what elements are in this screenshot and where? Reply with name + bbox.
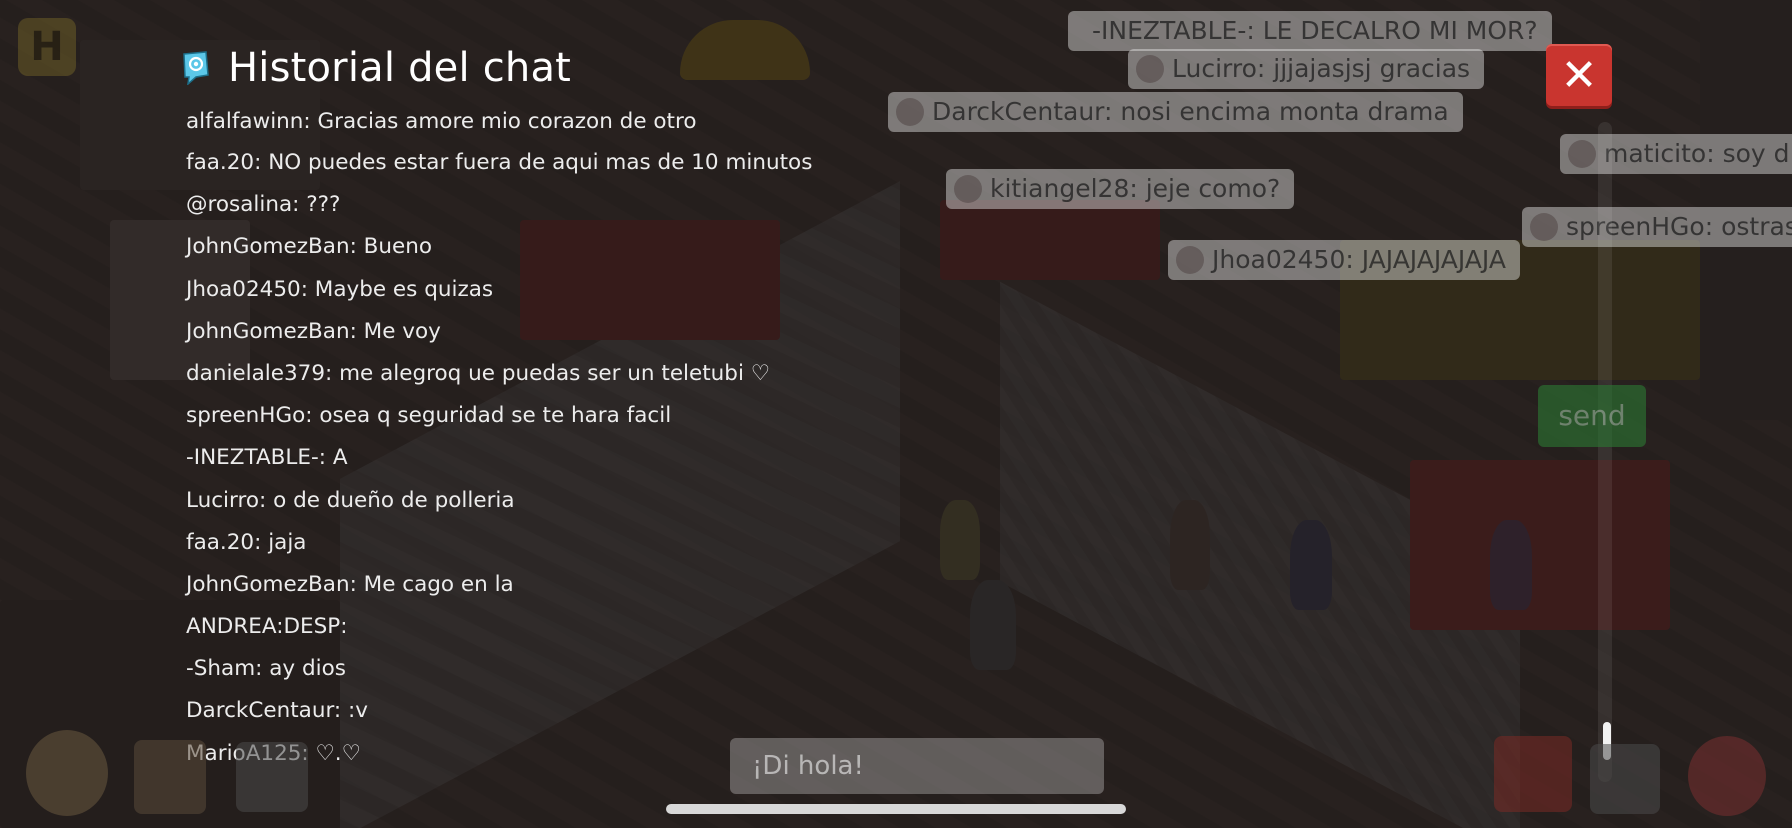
chat-message: faa.20: NO puedes estar fuera de aqui ma…: [186, 150, 813, 175]
room-bubble-text: Lucirro: jjjajasjsj gracias: [1172, 54, 1471, 83]
inventory-icon[interactable]: [1590, 744, 1660, 814]
chat-input-placeholder: ¡Di hola!: [752, 751, 864, 781]
chat-history-list[interactable]: alfalfawinn: Gracias amore mio corazon d…: [186, 108, 1486, 775]
chat-message: DarckCentaur: :v: [186, 698, 368, 724]
chat-message: faa.20: jaja: [186, 529, 307, 555]
avatar-face-icon: [1568, 140, 1596, 168]
close-button[interactable]: ✕: [1546, 44, 1612, 106]
profile-icon[interactable]: [1688, 736, 1766, 816]
chat-message: -INEZTABLE-: A: [186, 445, 348, 471]
home-indicator[interactable]: [666, 804, 1126, 814]
room-bubble: maticito: soy d: [1560, 134, 1792, 174]
chat-history-header: Historial del chat: [180, 42, 571, 94]
chat-message: JohnGomezBan: Bueno: [186, 234, 433, 260]
navigator-icon[interactable]: [236, 742, 308, 812]
room-bubble-text: -INEZTABLE-: LE DECALRO MI MOR?: [1092, 16, 1538, 45]
user-avatar-icon[interactable]: [26, 730, 108, 816]
close-icon: ✕: [1560, 49, 1598, 101]
page-title: Historial del chat: [228, 45, 572, 91]
avatar-face-icon: [1136, 55, 1164, 83]
chat-message: @rosalina: ???: [186, 192, 341, 218]
chat-message: ANDREA:DESP:: [186, 614, 348, 640]
avatar-face-icon: [1530, 213, 1558, 241]
chat-message: JohnGomezBan: Me cago en la: [186, 571, 514, 597]
send-button[interactable]: send: [1538, 385, 1646, 447]
room-bubble: -INEZTABLE-: LE DECALRO MI MOR?: [1068, 11, 1552, 51]
chat-message: JohnGomezBan: Me voy: [186, 318, 441, 344]
chat-message: danielale379: me alegroq ue puedas ser u…: [186, 360, 771, 386]
catalog-icon[interactable]: [134, 740, 206, 814]
chat-message: -Sham: ay dios: [186, 656, 346, 682]
chat-message: spreenHGo: osea q seguridad se te hara f…: [186, 403, 672, 429]
shop-icon[interactable]: [1494, 736, 1572, 812]
chat-message: Jhoa02450: Maybe es quizas: [186, 276, 494, 302]
send-label: send: [1558, 399, 1626, 432]
chat-history-icon: [183, 51, 209, 85]
hotel-home-icon[interactable]: H: [18, 18, 76, 76]
chat-message: alfalfawinn: Gracias amore mio corazon d…: [186, 109, 697, 134]
chat-message: Lucirro: o de dueño de polleria: [186, 487, 515, 513]
room-bubble: spreenHGo: ostras: [1522, 207, 1792, 247]
chat-input[interactable]: ¡Di hola!: [730, 738, 1104, 794]
room-bubble: Lucirro: jjjajasjsj gracias: [1128, 49, 1485, 89]
room-bubble-text: maticito: soy d: [1604, 139, 1790, 168]
scrollbar-track[interactable]: [1598, 122, 1612, 782]
